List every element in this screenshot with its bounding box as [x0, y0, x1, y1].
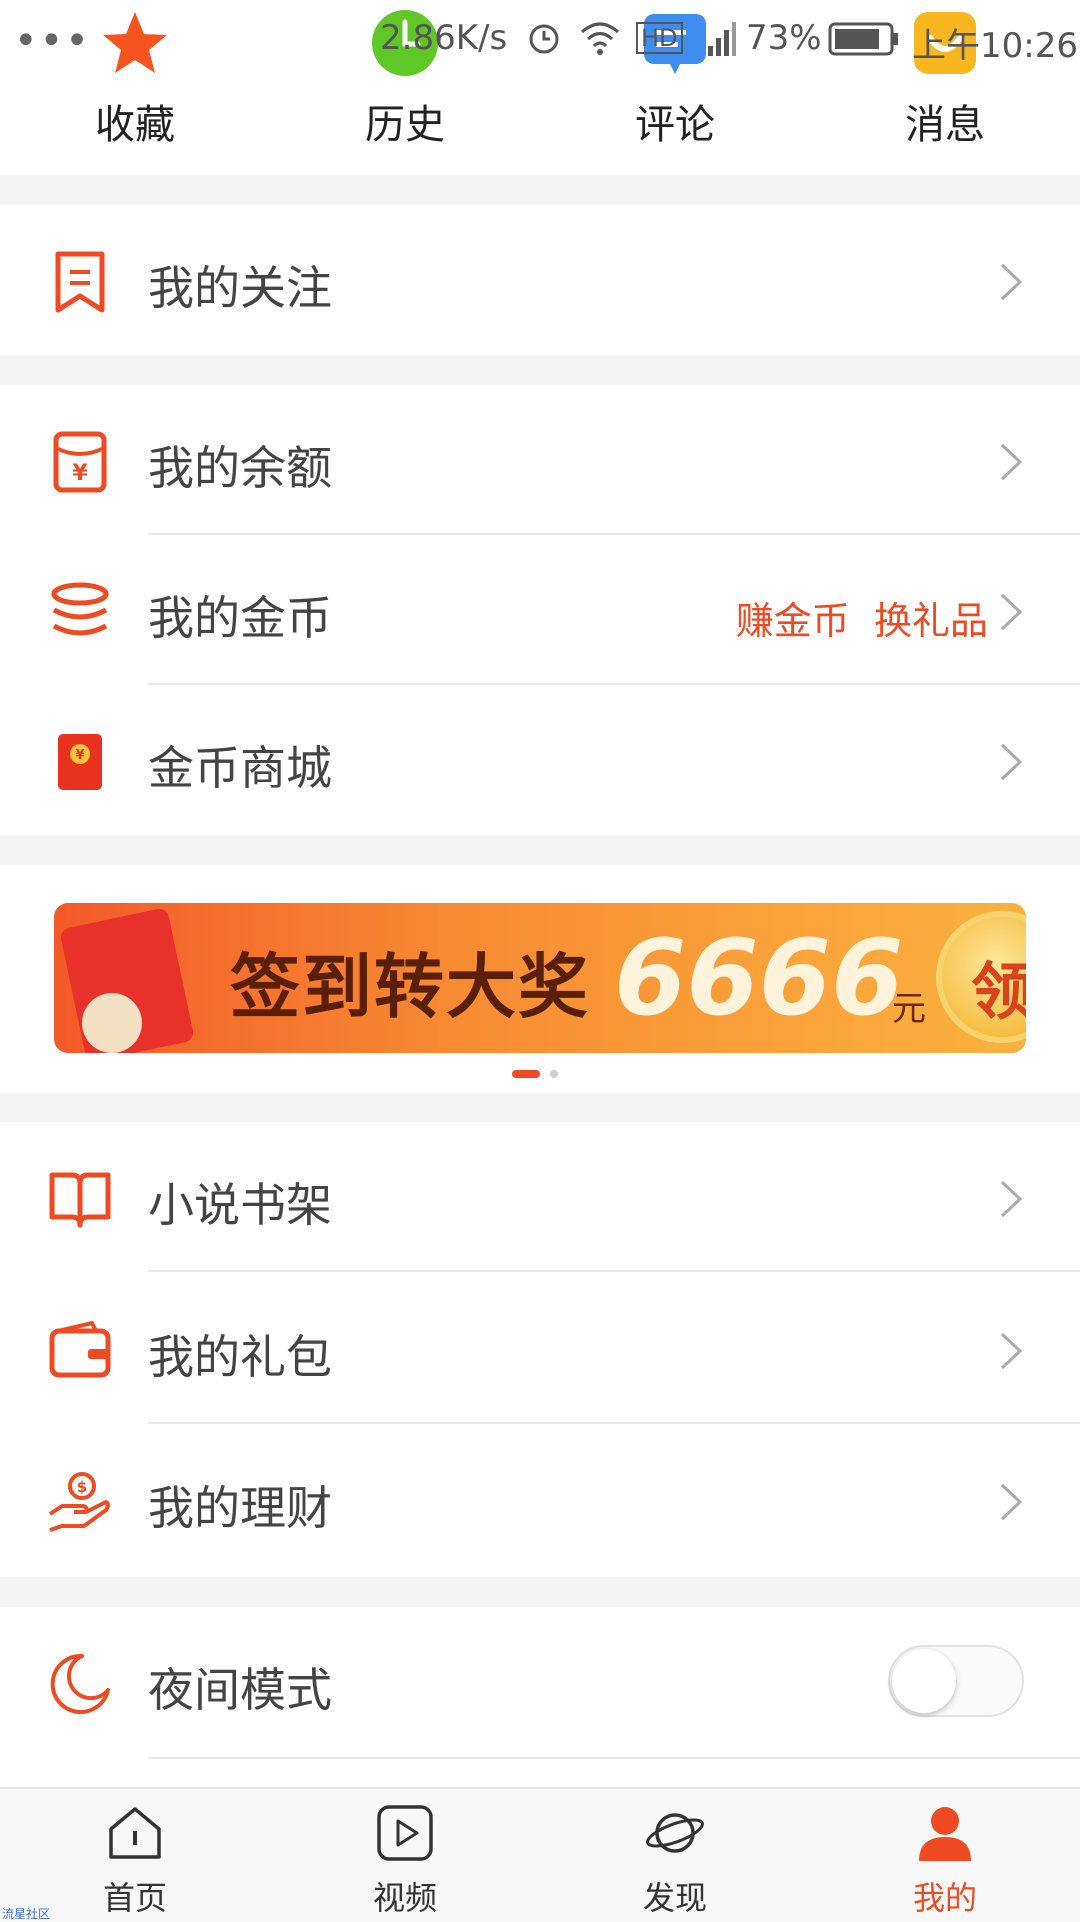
- network-speed: 2.86K/s: [380, 18, 508, 58]
- menu-item-label: 我的余额: [148, 441, 332, 495]
- chevron-right-icon: [1000, 1332, 1023, 1370]
- menu-item-follow[interactable]: 我的关注: [0, 205, 1080, 355]
- user-icon: [919, 1807, 971, 1861]
- coins-promo[interactable]: 赚金币 换礼品: [736, 590, 988, 645]
- shortcut-label: 收藏: [95, 102, 175, 148]
- section-wallet: ¥ 我的余额 我的金币 赚金币 换礼品 ¥ 金币商城: [0, 385, 1080, 835]
- shortcut-label: 评论: [635, 102, 715, 148]
- banner-amount: 6666: [614, 917, 904, 1039]
- planet-icon: [646, 1813, 704, 1853]
- nav-video[interactable]: 视频: [305, 1789, 505, 1922]
- sign-in-lottery-banner[interactable]: 签到转大奖 6666 元 领: [54, 903, 1026, 1053]
- carousel-dot-active: [512, 1070, 540, 1078]
- battery-percent: 73%: [746, 18, 822, 58]
- red-envelope-icon: ¥: [58, 734, 102, 790]
- chevron-right-icon: [1000, 263, 1023, 301]
- claim-button[interactable]: 领: [936, 911, 1026, 1043]
- wifi-icon: [581, 22, 619, 55]
- coins-stack-icon: [51, 582, 109, 636]
- chevron-right-icon: [1000, 1180, 1023, 1218]
- hd-badge: HD: [636, 22, 683, 54]
- divider: [148, 1757, 1080, 1759]
- menu-item-coins[interactable]: 我的金币 赚金币 换礼品: [0, 535, 1080, 685]
- menu-item-coin-mall[interactable]: ¥ 金币商城: [0, 685, 1080, 835]
- nav-home[interactable]: 首页: [35, 1789, 235, 1922]
- menu-item-balance[interactable]: ¥ 我的余额: [0, 385, 1080, 535]
- chevron-right-icon: [1000, 1483, 1023, 1521]
- night-mode-toggle[interactable]: [888, 1645, 1024, 1717]
- chevron-right-icon: [1000, 743, 1023, 781]
- menu-item-gift-pack[interactable]: 我的礼包: [0, 1274, 1080, 1424]
- carousel-indicator: [0, 1070, 1080, 1080]
- claim-label: 领: [970, 955, 1026, 1028]
- wallet-icon: [49, 1320, 111, 1378]
- menu-item-night-mode: 夜间模式: [0, 1607, 1080, 1759]
- signal-icon: [708, 22, 736, 56]
- menu-item-label: 我的理财: [148, 1481, 332, 1535]
- section-follow: 我的关注: [0, 205, 1080, 355]
- shortcut-label: 历史: [365, 102, 445, 148]
- svg-text:¥: ¥: [75, 748, 84, 763]
- exchange-gifts-link[interactable]: 换礼品: [874, 599, 988, 643]
- svg-text:$: $: [77, 1478, 87, 1496]
- carousel-dot: [550, 1070, 558, 1078]
- nav-discover[interactable]: 发现: [575, 1789, 775, 1922]
- nav-label: 发现: [642, 1879, 707, 1917]
- menu-item-label: 我的金币: [148, 591, 332, 645]
- divider: [148, 1270, 1080, 1272]
- menu-item-label: 夜间模式: [148, 1663, 332, 1717]
- wallet-yuan-icon: ¥: [53, 431, 107, 493]
- chevron-right-icon: [1000, 443, 1023, 481]
- home-icon: [109, 1807, 161, 1859]
- earn-coins-link[interactable]: 赚金币: [736, 599, 850, 643]
- bookmark-icon: [55, 251, 105, 313]
- banner-unit: 元: [892, 989, 926, 1029]
- banner-title: 签到转大奖: [230, 946, 590, 1028]
- moon-icon: [50, 1653, 110, 1714]
- watermark: 流星社区: [2, 1907, 51, 1921]
- book-icon: [49, 1172, 111, 1228]
- nav-me[interactable]: 我的: [845, 1789, 1045, 1922]
- section-settings: 夜间模式: [0, 1607, 1080, 1787]
- status-bar: ••• 2.86K/s HD 73% 上午10:26: [0, 0, 1080, 80]
- svg-text:¥: ¥: [72, 461, 88, 486]
- hand-money-icon: $: [48, 1472, 110, 1532]
- battery-icon: [828, 22, 898, 56]
- clock: 上午10:26: [912, 26, 1078, 66]
- toggle-knob: [892, 1649, 956, 1713]
- menu-item-label: 我的关注: [148, 261, 332, 315]
- section-services: 小说书架 我的礼包 $ 我的理财: [0, 1122, 1080, 1577]
- more-icon[interactable]: •••: [14, 18, 91, 64]
- menu-item-label: 我的礼包: [148, 1330, 332, 1384]
- nav-label: 我的: [912, 1879, 977, 1917]
- bottom-nav: 首页 视频 发现 我的: [0, 1787, 1080, 1922]
- divider: [148, 1422, 1080, 1424]
- menu-item-label: 金币商城: [148, 741, 332, 795]
- nav-label: 视频: [372, 1879, 437, 1917]
- alarm-icon: [529, 24, 559, 54]
- menu-item-label: 小说书架: [148, 1178, 332, 1232]
- chevron-right-icon: [1000, 593, 1023, 631]
- menu-item-novel-shelf[interactable]: 小说书架: [0, 1122, 1080, 1272]
- shortcut-label: 消息: [905, 102, 985, 148]
- coin-graphic: [82, 993, 142, 1053]
- nav-label: 首页: [102, 1879, 167, 1917]
- video-icon: [377, 1805, 433, 1861]
- menu-item-finance[interactable]: $ 我的理财: [0, 1425, 1080, 1575]
